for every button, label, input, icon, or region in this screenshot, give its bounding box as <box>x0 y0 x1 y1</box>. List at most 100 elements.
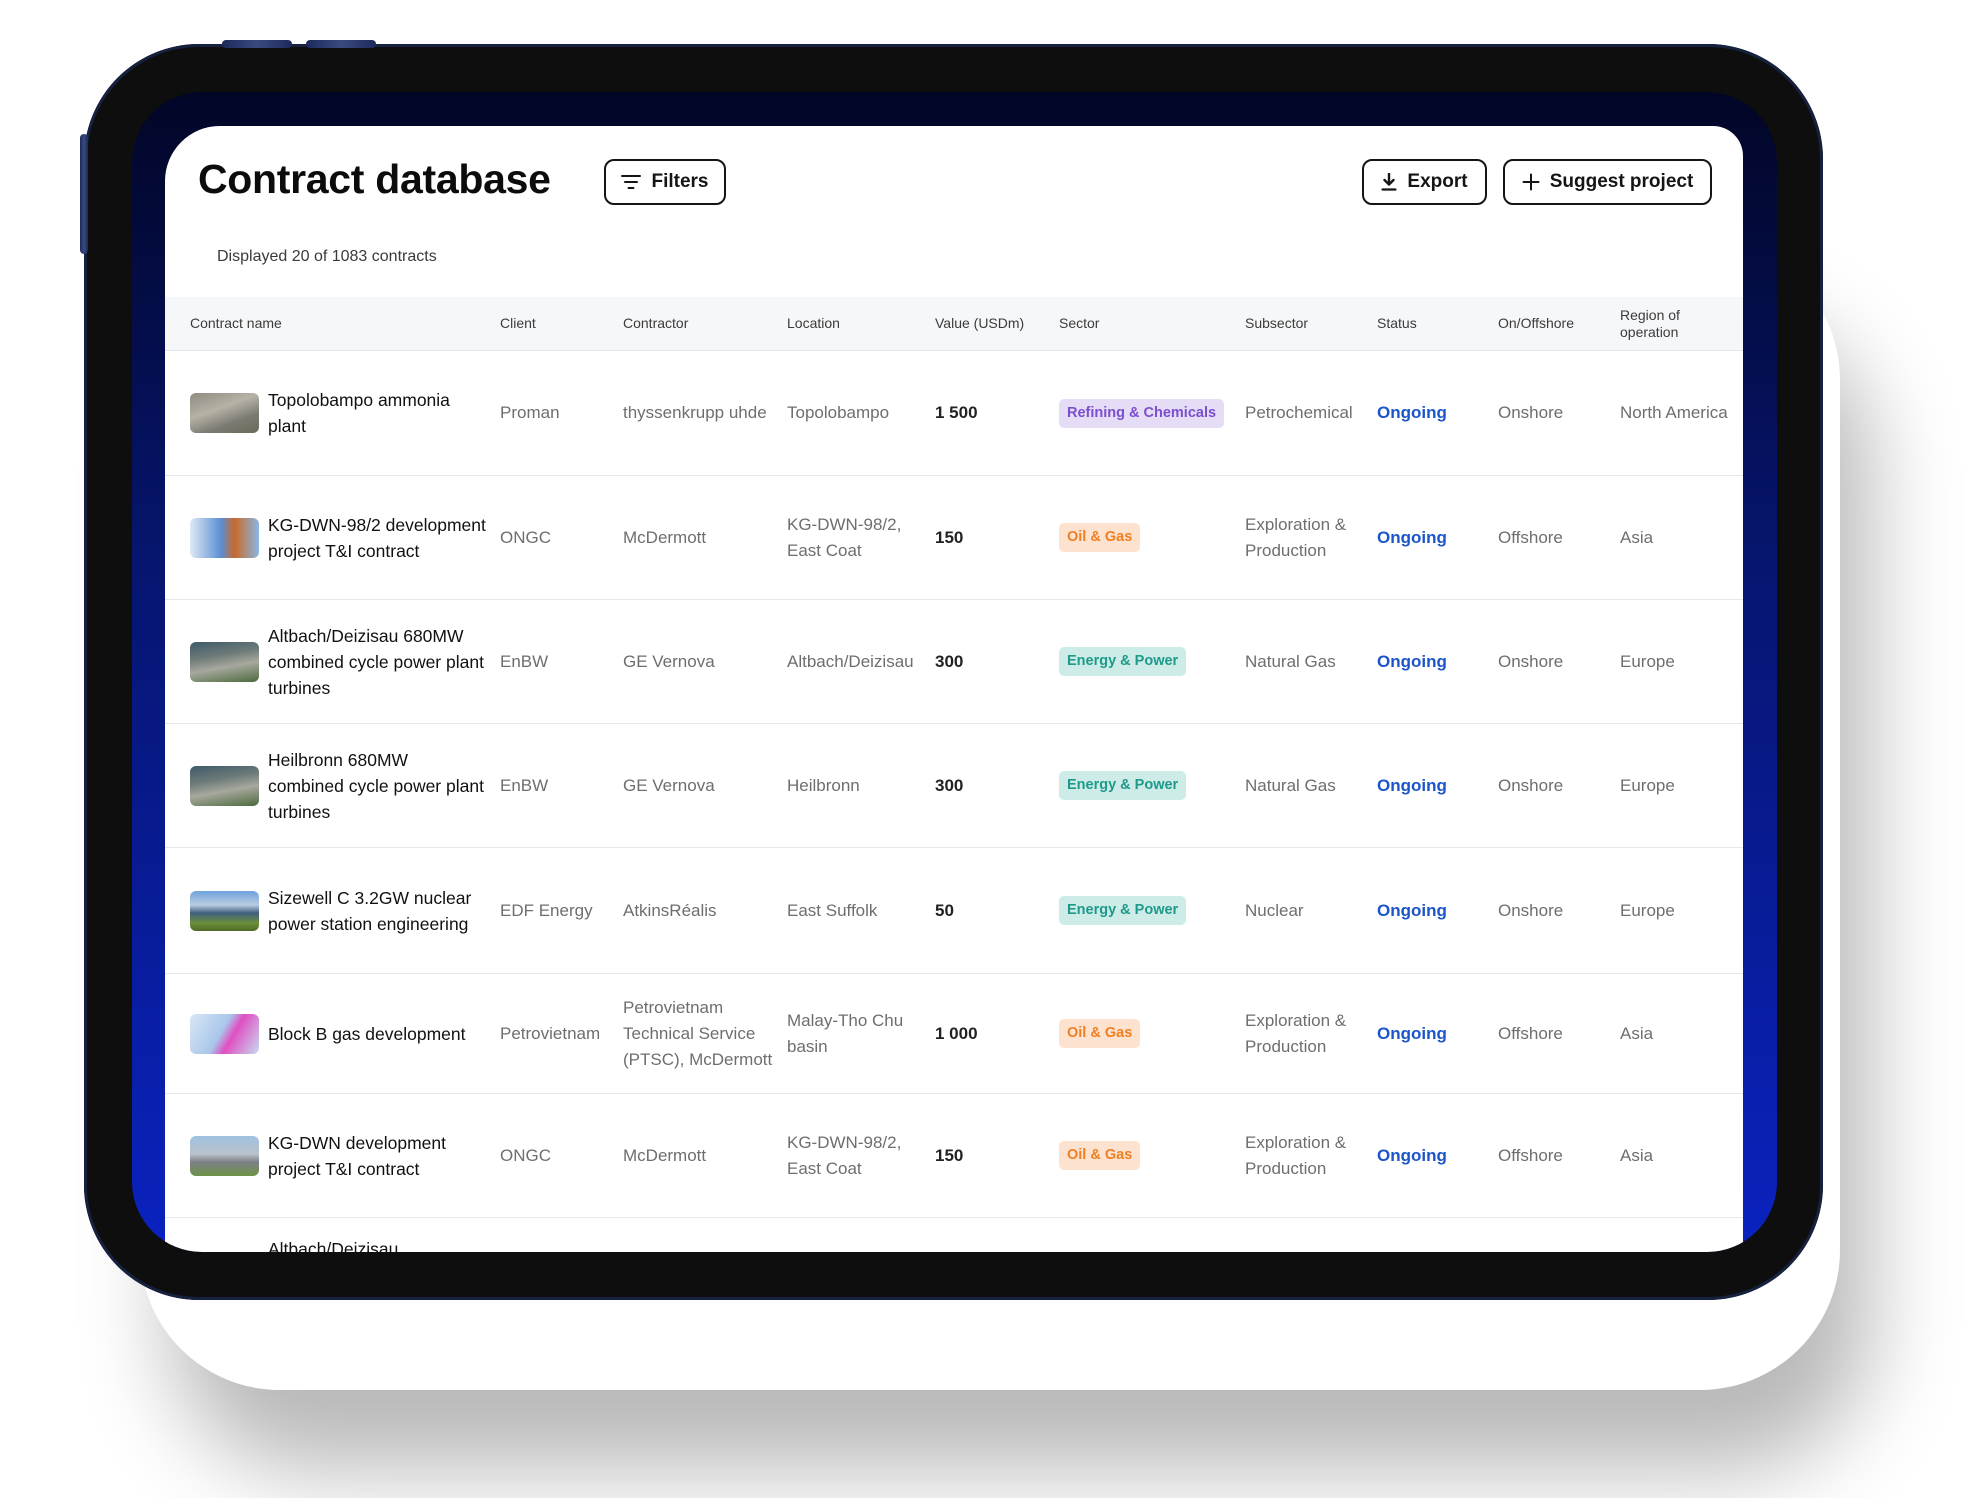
filters-button[interactable]: Filters <box>604 159 726 205</box>
contract-name-cell[interactable]: Altbach/Deizisau <box>190 1218 490 1252</box>
sector-cell: Energy & Power <box>1059 600 1239 723</box>
location-cell: Malay-Tho Chu basin <box>787 974 927 1093</box>
location-cell: East Suffolk <box>787 848 927 973</box>
contract-name-cell[interactable]: Altbach/Deizisau 680MW combined cycle po… <box>190 600 490 723</box>
status-cell[interactable]: Ongoing <box>1377 974 1487 1093</box>
region-text: North America <box>1620 403 1728 422</box>
suggest-project-label: Suggest project <box>1549 171 1694 192</box>
region-cell: Asia <box>1620 1094 1730 1217</box>
table-row[interactable]: Altbach/Deizisau 680MW combined cycle po… <box>165 600 1743 724</box>
contractor-text: McDermott <box>623 527 707 547</box>
sector-cell <box>1059 1218 1239 1252</box>
contract-name-cell[interactable]: Sizewell C 3.2GW nuclear power station e… <box>190 848 490 973</box>
column-header-status[interactable]: Status <box>1377 297 1417 350</box>
contractor-text: thyssenkrupp uhde <box>623 403 767 422</box>
page-title: Contract database <box>198 156 551 202</box>
project-thumbnail-image <box>190 765 259 806</box>
project-thumbnail-image <box>190 1013 259 1054</box>
contract-name[interactable]: Altbach/Deizisau 680MW combined cycle po… <box>268 623 486 701</box>
table-row[interactable]: Altbach/Deizisau <box>165 1218 1743 1252</box>
contract-name[interactable]: Block B gas development <box>268 1021 486 1047</box>
status-text: Ongoing <box>1377 527 1447 547</box>
subsector-cell: Natural Gas <box>1245 600 1370 723</box>
status-cell[interactable]: Ongoing <box>1377 600 1487 723</box>
value-text: 1 500 <box>935 403 978 422</box>
download-icon <box>1381 173 1398 191</box>
contractor-text: GE Vernova <box>623 775 715 795</box>
on-offshore-cell <box>1498 1218 1613 1252</box>
contractor-text: Petrovietnam Technical Service (PTSC), M… <box>623 997 773 1069</box>
table-header: Contract name Client Contractor Location… <box>165 297 1743 351</box>
contract-name-cell[interactable]: Topolobampo ammonia plant <box>190 351 490 475</box>
value-cell: 50 <box>935 848 1045 973</box>
location-cell: Altbach/Deizisau <box>787 600 927 723</box>
contract-name[interactable]: KG-DWN development project T&I contract <box>268 1130 486 1182</box>
contract-name-cell[interactable]: Block B gas development <box>190 974 490 1093</box>
status-cell[interactable]: Ongoing <box>1377 1094 1487 1217</box>
plus-icon <box>1522 173 1540 191</box>
filters-label: Filters <box>651 171 709 192</box>
table-row[interactable]: Block B gas development Petrovietnam Petro… <box>165 974 1743 1094</box>
contract-name-cell[interactable]: KG-DWN development project T&I contract <box>190 1094 490 1217</box>
table-row[interactable]: KG-DWN-98/2 development project T&I cont… <box>165 476 1743 600</box>
column-header-region[interactable]: Region of operation <box>1620 297 1700 350</box>
contract-name-cell[interactable]: Heilbronn 680MW combined cycle power pla… <box>190 724 490 847</box>
sector-badge: Oil & Gas <box>1059 1019 1141 1048</box>
sector-badge: Oil & Gas <box>1059 523 1141 552</box>
contract-name[interactable]: Sizewell C 3.2GW nuclear power station e… <box>268 885 486 937</box>
status-cell[interactable]: Ongoing <box>1377 848 1487 973</box>
sector-cell: Energy & Power <box>1059 724 1239 847</box>
table-row[interactable]: KG-DWN development project T&I contract O… <box>165 1094 1743 1218</box>
subsector-cell: Exploration & Production <box>1245 476 1370 599</box>
subsector-text: Petrochemical <box>1245 403 1353 422</box>
on-offshore-text: Onshore <box>1498 403 1564 422</box>
table-row[interactable]: Sizewell C 3.2GW nuclear power station e… <box>165 848 1743 974</box>
subsector-text: Natural Gas <box>1245 651 1336 671</box>
region-text: Asia <box>1620 1023 1654 1043</box>
sector-cell: Oil & Gas <box>1059 974 1239 1093</box>
location-text: Altbach/Deizisau <box>787 651 914 671</box>
value-text: 150 <box>935 1145 964 1165</box>
status-cell[interactable]: Ongoing <box>1377 351 1487 475</box>
status-cell[interactable]: Ongoing <box>1377 724 1487 847</box>
client-text: EDF Energy <box>500 900 593 920</box>
contractor-cell: Petrovietnam Technical Service (PTSC), M… <box>623 974 778 1093</box>
column-header-location[interactable]: Location <box>787 297 840 350</box>
status-cell[interactable]: Ongoing <box>1377 476 1487 599</box>
export-button[interactable]: Export <box>1362 159 1487 205</box>
status-cell[interactable] <box>1377 1218 1487 1252</box>
column-header-on-offshore[interactable]: On/Offshore <box>1498 297 1574 350</box>
contract-name[interactable]: Topolobampo ammonia plant <box>268 387 486 439</box>
project-thumbnail-image <box>190 517 259 558</box>
table-row[interactable]: Topolobampo ammonia plant Proman thyssenkr… <box>165 351 1743 476</box>
location-text: East Suffolk <box>787 900 878 920</box>
contracts-table: Contract name Client Contractor Location… <box>165 297 1743 1252</box>
contract-name[interactable]: Heilbronn 680MW combined cycle power pla… <box>268 747 486 825</box>
column-header-client[interactable]: Client <box>500 297 536 350</box>
contract-name[interactable]: KG-DWN-98/2 development project T&I cont… <box>268 512 486 564</box>
suggest-project-button[interactable]: Suggest project <box>1503 159 1712 205</box>
contract-name[interactable]: Altbach/Deizisau <box>268 1236 486 1252</box>
project-thumbnail-image <box>190 641 259 682</box>
location-cell: Heilbronn <box>787 724 927 847</box>
value-text: 1 000 <box>935 1023 978 1043</box>
contract-name-cell[interactable]: KG-DWN-98/2 development project T&I cont… <box>190 476 490 599</box>
client-text: Proman <box>500 403 560 422</box>
subsector-text: Natural Gas <box>1245 775 1336 795</box>
region-cell: Asia <box>1620 476 1730 599</box>
column-header-contract-name[interactable]: Contract name <box>190 297 282 350</box>
client-cell: ONGC <box>500 476 615 599</box>
subsector-text: Exploration & Production <box>1245 1010 1347 1056</box>
table-row[interactable]: Heilbronn 680MW combined cycle power pla… <box>165 724 1743 848</box>
column-header-value[interactable]: Value (USDm) <box>935 297 1024 350</box>
on-offshore-text: Offshore <box>1498 1023 1563 1043</box>
column-header-subsector[interactable]: Subsector <box>1245 297 1308 350</box>
value-cell <box>935 1218 1045 1252</box>
device-screen: Contract database Filters Export Suggest… <box>132 92 1777 1252</box>
export-label: Export <box>1407 171 1468 192</box>
column-header-contractor[interactable]: Contractor <box>623 297 688 350</box>
table-body: Topolobampo ammonia plant Proman thyssenkr… <box>165 351 1743 1252</box>
column-header-sector[interactable]: Sector <box>1059 297 1099 350</box>
subsector-text: Exploration & Production <box>1245 514 1347 560</box>
device-side-button <box>80 134 88 254</box>
